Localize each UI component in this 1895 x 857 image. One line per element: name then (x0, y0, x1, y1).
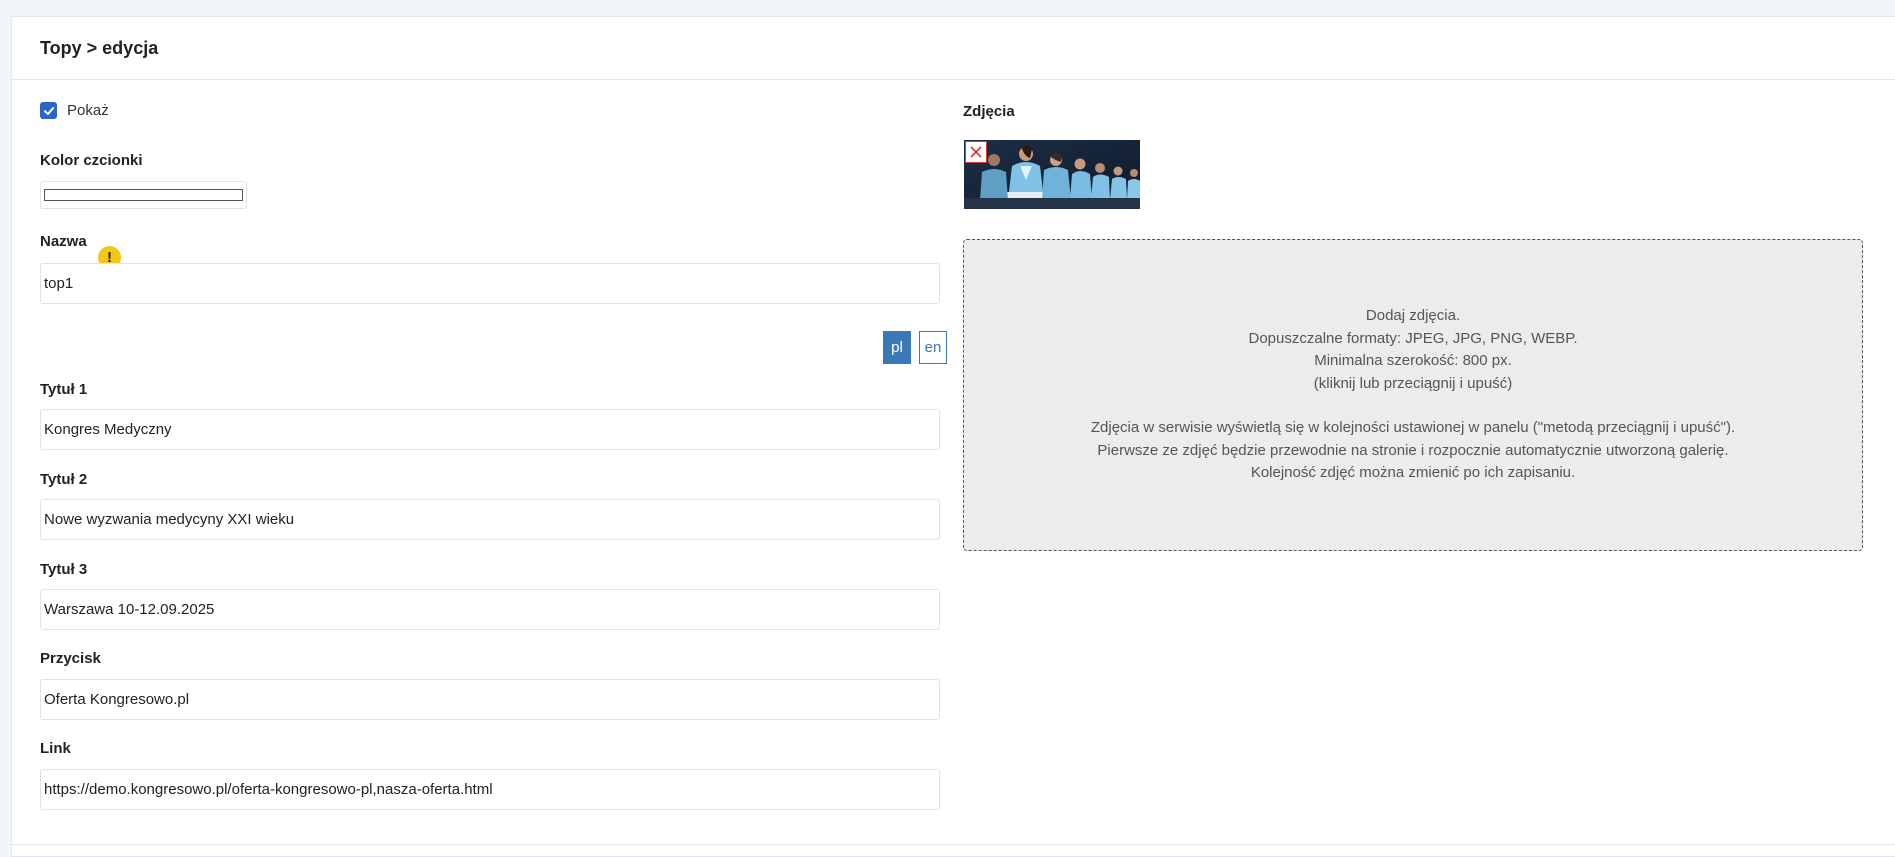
link-input[interactable] (40, 769, 940, 810)
link-label: Link (40, 740, 71, 757)
photo-thumbnail[interactable] (964, 140, 1140, 209)
font-color-swatch (44, 189, 243, 201)
check-icon (43, 106, 54, 115)
dropzone-line: Kolejność zdjęć można zmienić po ich zap… (1250, 464, 1576, 482)
delete-photo-button[interactable] (965, 141, 987, 163)
name-input[interactable] (40, 263, 940, 304)
show-checkbox-row[interactable]: Pokaż (40, 102, 109, 119)
title1-input[interactable] (40, 409, 940, 450)
font-color-label: Kolor czcionki (40, 152, 143, 169)
title3-input[interactable] (40, 589, 940, 630)
card-header: Topy > edycja (12, 17, 1895, 80)
title2-input[interactable] (40, 499, 940, 540)
show-label: Pokaż (67, 102, 109, 119)
edit-card: Topy > edycja Pokaż Kolor czcionki Nazwa… (11, 16, 1895, 857)
dropzone-line: Minimalna szerokość: 800 px. (1314, 352, 1512, 370)
title1-label: Tytuł 1 (40, 381, 88, 398)
lang-pl-button[interactable]: pl (883, 331, 911, 364)
title3-label: Tytuł 3 (40, 561, 88, 578)
show-checkbox[interactable] (40, 102, 57, 119)
button-label: Przycisk (40, 650, 101, 667)
lang-en-button[interactable]: en (919, 331, 947, 364)
close-icon (970, 146, 982, 158)
breadcrumb: Topy > edycja (40, 37, 159, 58)
dropzone-line: Pierwsze ze zdjęć będzie przewodnie na s… (1097, 441, 1729, 459)
dropzone-line: Zdjęcia w serwisie wyświetlą się w kolej… (1090, 419, 1736, 437)
photo-image (964, 140, 1140, 209)
photos-label: Zdjęcia (963, 103, 1015, 120)
card-footer-divider (12, 844, 1895, 845)
photo-dropzone[interactable]: Dodaj zdjęcia. Dopuszczalne formaty: JPE… (963, 239, 1863, 551)
dropzone-line: (kliknij lub przeciągnij i upuść) (1313, 374, 1513, 392)
name-label: Nazwa (40, 233, 87, 250)
button-text-input[interactable] (40, 679, 940, 720)
dropzone-line: Dopuszczalne formaty: JPEG, JPG, PNG, WE… (1248, 329, 1578, 347)
font-color-picker[interactable] (40, 181, 247, 209)
title2-label: Tytuł 2 (40, 471, 88, 488)
dropzone-line: Dodaj zdjęcia. (1365, 306, 1461, 324)
